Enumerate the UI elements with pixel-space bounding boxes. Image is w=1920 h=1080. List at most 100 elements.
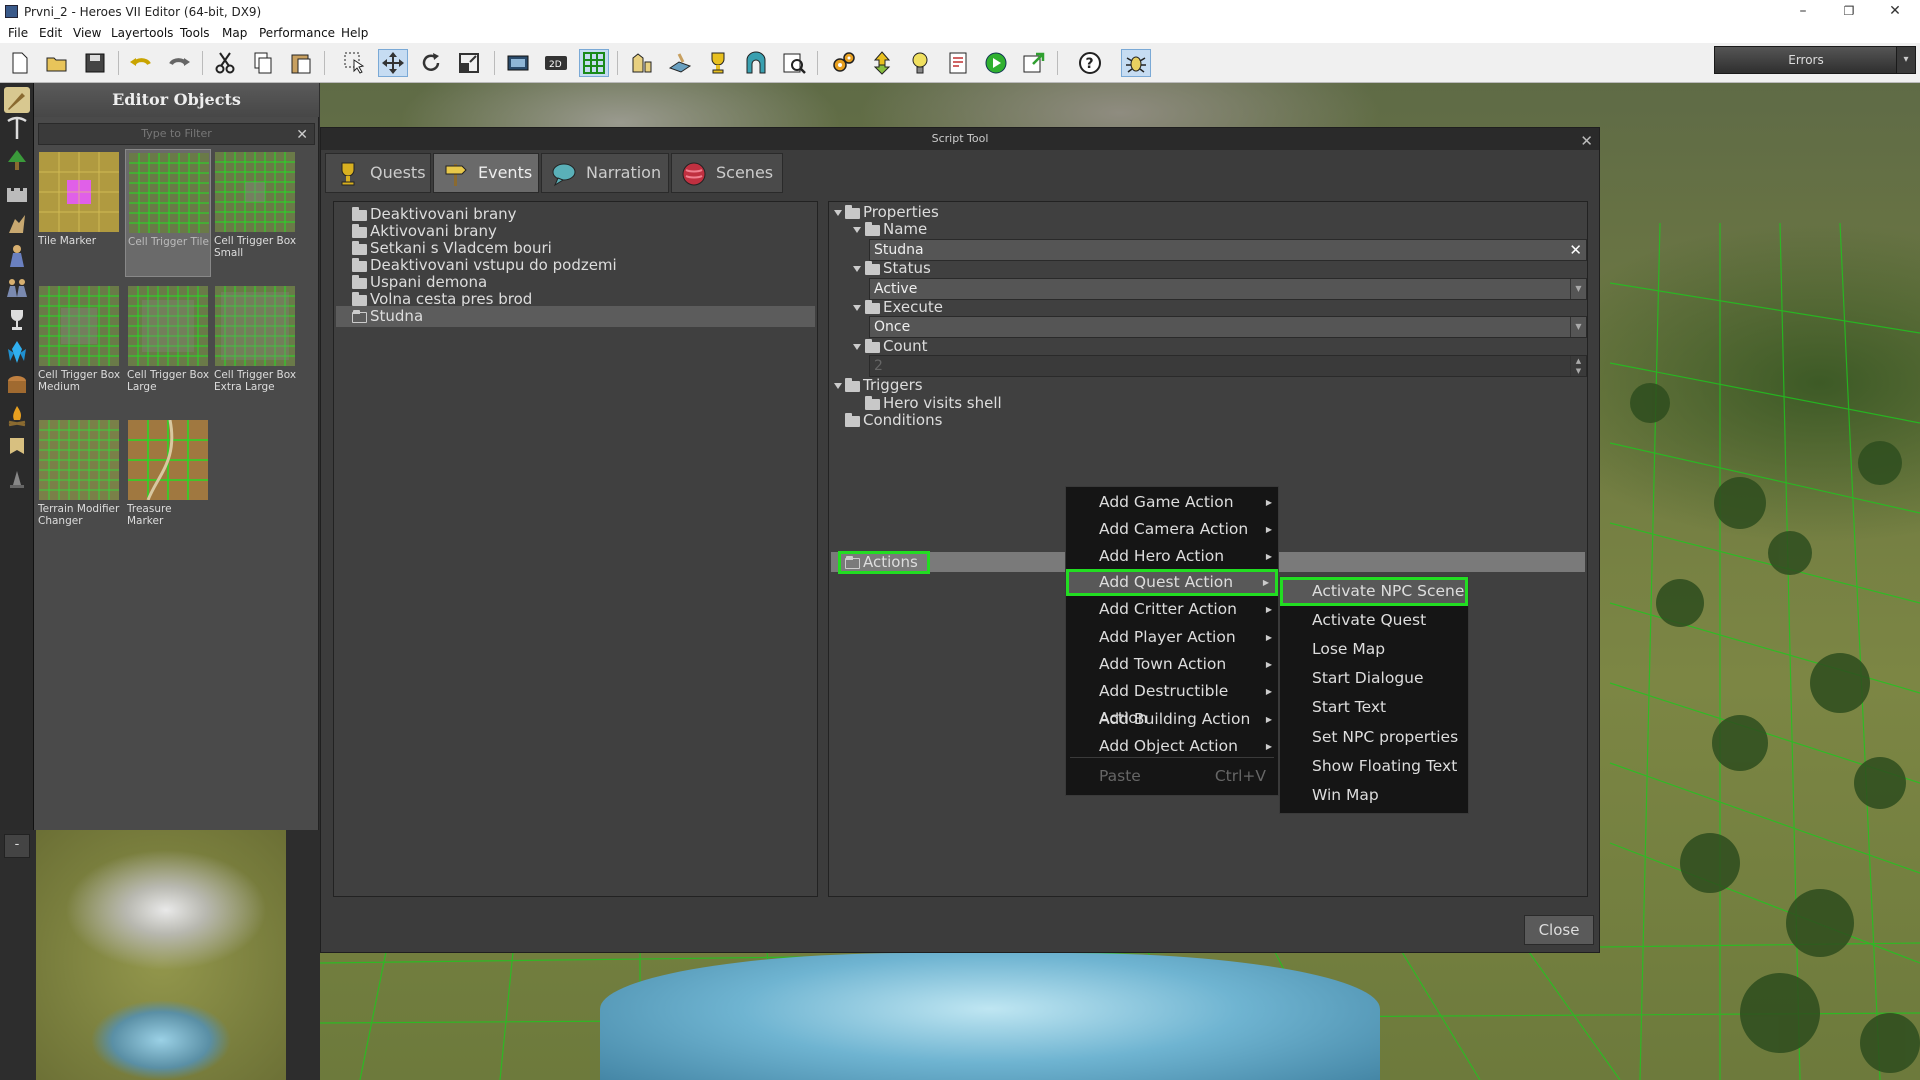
submenu-item-highlighted[interactable]: Activate NPC Scene: [1280, 577, 1468, 606]
stepper-arrows-icon[interactable]: ▲ ▼: [1570, 356, 1586, 376]
submenu-item[interactable]: Start Dialogue: [1280, 664, 1468, 693]
chest-icon[interactable]: [4, 371, 30, 397]
scale-icon[interactable]: [454, 49, 484, 77]
2d-view-icon[interactable]: 2D: [541, 49, 571, 77]
tab-events[interactable]: Events: [433, 153, 539, 193]
marker-icon[interactable]: [4, 467, 30, 493]
submenu-item[interactable]: Start Text: [1280, 693, 1468, 722]
restore-button[interactable]: ❐: [1826, 0, 1872, 24]
campfire-icon[interactable]: [4, 403, 30, 429]
conditions-node[interactable]: Conditions: [863, 410, 942, 430]
menu-file[interactable]: File: [8, 26, 28, 40]
cut-icon[interactable]: [210, 49, 240, 77]
menu-item[interactable]: Add Camera Action ▶: [1066, 516, 1278, 543]
open-folder-icon[interactable]: [42, 49, 72, 77]
army-icon[interactable]: [4, 275, 30, 301]
new-file-icon[interactable]: [4, 49, 34, 77]
triggers-node[interactable]: Triggers: [863, 375, 923, 395]
terrain-paint-icon[interactable]: [665, 49, 695, 77]
menu-item-highlighted[interactable]: Add Quest Action ▶: [1066, 569, 1278, 596]
banner-icon[interactable]: [4, 435, 30, 461]
brush-tool-icon[interactable]: [4, 87, 30, 113]
play-icon[interactable]: [981, 49, 1011, 77]
copy-icon[interactable]: [248, 49, 278, 77]
errors-dropdown[interactable]: ▾: [1896, 46, 1916, 74]
gate-icon[interactable]: [741, 49, 771, 77]
tab-scenes[interactable]: Scenes: [671, 153, 783, 193]
list-item-selected[interactable]: Studna: [336, 306, 815, 327]
minimap-toggle-button[interactable]: -: [4, 834, 30, 858]
submenu-item[interactable]: Activate Quest: [1280, 606, 1468, 635]
minimap[interactable]: [36, 830, 286, 1080]
goblet-icon[interactable]: [4, 307, 30, 333]
object-tile[interactable]: Cell Trigger Box Large: [125, 283, 211, 411]
menu-edit[interactable]: Edit: [39, 26, 62, 40]
undo-icon[interactable]: [126, 49, 156, 77]
close-window-button[interactable]: ✕: [1872, 0, 1918, 24]
name-node[interactable]: Name: [883, 219, 927, 239]
sync-arrows-icon[interactable]: [867, 49, 897, 77]
menu-item[interactable]: Add Destructible Action ▶: [1066, 678, 1278, 727]
terrain-height-icon[interactable]: [627, 49, 657, 77]
hero-icon[interactable]: [4, 243, 30, 269]
expand-arrow-icon[interactable]: [834, 383, 842, 389]
move-icon[interactable]: [378, 49, 408, 77]
minimize-button[interactable]: –: [1780, 0, 1826, 24]
tree-icon[interactable]: [4, 147, 30, 173]
clear-filter-icon[interactable]: ✕: [296, 125, 308, 145]
crystal-icon[interactable]: [4, 339, 30, 365]
count-node[interactable]: Count: [883, 336, 928, 356]
paste-icon[interactable]: [286, 49, 316, 77]
export-icon[interactable]: [1019, 49, 1049, 77]
script-page-icon[interactable]: [943, 49, 973, 77]
status-dropdown[interactable]: Active ▼: [869, 278, 1587, 300]
menu-map[interactable]: Map: [222, 26, 247, 40]
execute-dropdown[interactable]: Once ▼: [869, 316, 1587, 338]
expand-arrow-icon[interactable]: [853, 227, 861, 233]
submenu-item[interactable]: Lose Map: [1280, 635, 1468, 664]
clear-icon[interactable]: ✕: [1569, 240, 1582, 260]
menu-item[interactable]: Add Object Action ▶: [1066, 733, 1278, 760]
submenu-item[interactable]: Win Map: [1280, 781, 1468, 810]
tab-narration[interactable]: Narration: [541, 153, 669, 193]
object-tile[interactable]: Tile Marker: [36, 149, 122, 277]
object-tile[interactable]: Cell Trigger Box Medium: [36, 283, 122, 411]
status-node[interactable]: Status: [883, 258, 931, 278]
menu-item[interactable]: Add Hero Action ▶: [1066, 543, 1278, 570]
menu-performance[interactable]: Performance: [259, 26, 335, 40]
errors-button[interactable]: Errors: [1714, 46, 1898, 74]
filter-input[interactable]: Type to Filter ✕: [38, 123, 315, 145]
select-icon[interactable]: [340, 49, 370, 77]
object-tile[interactable]: Cell Trigger Box Extra Large: [212, 283, 298, 411]
castle-icon[interactable]: [4, 179, 30, 205]
expand-arrow-icon[interactable]: [853, 266, 861, 272]
expand-arrow-icon[interactable]: [853, 344, 861, 350]
object-tile[interactable]: Treasure Marker: [125, 417, 211, 545]
menu-item[interactable]: Add Critter Action ▶: [1066, 596, 1278, 623]
help-icon[interactable]: ?: [1075, 49, 1105, 77]
search-map-icon[interactable]: [779, 49, 809, 77]
lightbulb-icon[interactable]: [905, 49, 935, 77]
menu-help[interactable]: Help: [341, 26, 368, 40]
close-icon[interactable]: ✕: [1580, 130, 1593, 152]
object-tile[interactable]: Cell Trigger Box Small: [212, 149, 298, 277]
creature-icon[interactable]: [4, 211, 30, 237]
execute-node[interactable]: Execute: [883, 297, 943, 317]
menu-item[interactable]: Add Town Action ▶: [1066, 651, 1278, 678]
redo-icon[interactable]: [164, 49, 194, 77]
submenu-item[interactable]: Show Floating Text: [1280, 752, 1468, 781]
count-stepper[interactable]: 2 ▲ ▼: [869, 355, 1587, 377]
menu-layertools[interactable]: Layertools: [111, 26, 173, 40]
expand-arrow-icon[interactable]: [834, 210, 842, 216]
gears-icon[interactable]: [829, 49, 859, 77]
menu-tools[interactable]: Tools: [180, 26, 210, 40]
tab-quests[interactable]: Quests: [325, 153, 431, 193]
menu-item[interactable]: Add Game Action ▶: [1066, 489, 1278, 516]
menu-item[interactable]: Add Player Action ▶: [1066, 624, 1278, 651]
submenu-item[interactable]: Set NPC properties: [1280, 723, 1468, 752]
expand-arrow-icon[interactable]: [853, 305, 861, 311]
object-tile[interactable]: Cell Trigger Tile: [125, 149, 211, 277]
trophy-icon[interactable]: [703, 49, 733, 77]
pickaxe-icon[interactable]: [4, 115, 30, 141]
name-field[interactable]: Studna ✕: [869, 239, 1587, 261]
